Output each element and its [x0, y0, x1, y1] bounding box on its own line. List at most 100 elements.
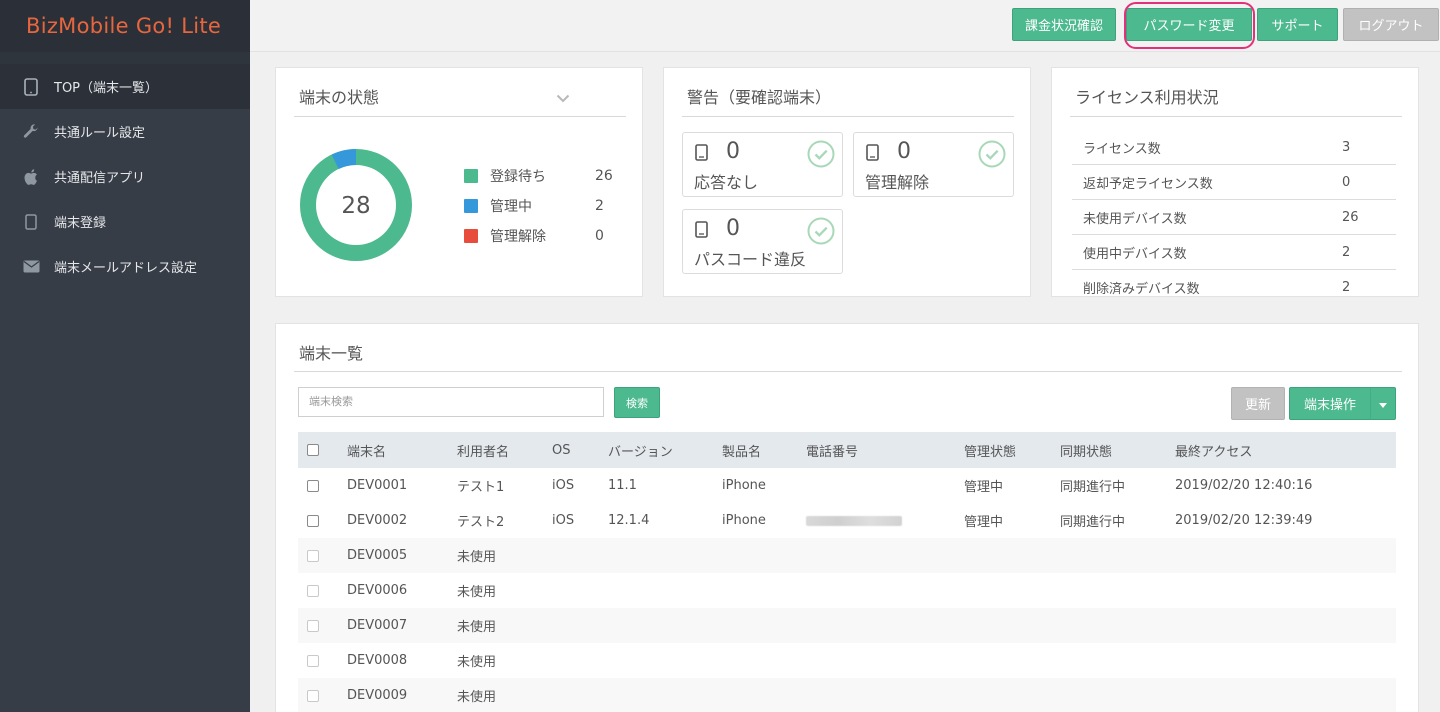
device-operation-button[interactable]: 端末操作: [1289, 387, 1371, 420]
device-name[interactable]: DEV0005: [347, 538, 407, 573]
sync-status: 同期進行中: [1060, 515, 1126, 530]
table-row[interactable]: DEV0001 テスト1 iOS 11.1 iPhone 管理中 同期進行中 2…: [298, 468, 1396, 503]
user-name: テスト2: [457, 515, 505, 530]
refresh-button[interactable]: 更新: [1231, 387, 1285, 420]
row-checkbox[interactable]: [307, 573, 319, 608]
divider: [294, 116, 626, 117]
license-label: 返却予定ライセンス数: [1083, 176, 1213, 192]
check-circle-icon: [807, 140, 835, 172]
device-name[interactable]: DEV0008: [347, 643, 407, 678]
warning-label: 応答なし: [694, 173, 759, 192]
license-label: 未使用デバイス数: [1083, 211, 1187, 227]
check-circle-icon: [807, 217, 835, 249]
column-header[interactable]: 電話番号: [806, 432, 858, 468]
divider: [1070, 116, 1402, 117]
legend-label: 管理解除: [490, 229, 546, 245]
license-row: 未使用デバイス数 26: [1072, 200, 1396, 235]
row-checkbox[interactable]: [307, 678, 319, 712]
version: 11.1: [608, 478, 637, 493]
table-header: 端末名 利用者名 OS バージョン 製品名 電話番号 管理状態 同期状態 最終ア…: [298, 432, 1396, 468]
billing-status-button[interactable]: 課金状況確認: [1012, 8, 1116, 41]
sidebar-item-top[interactable]: TOP（端末一覧）: [0, 64, 250, 109]
column-header[interactable]: 最終アクセス: [1175, 432, 1252, 468]
support-button[interactable]: サポート: [1257, 8, 1338, 41]
phone-number-redacted: [806, 503, 902, 538]
search-button[interactable]: 検索: [614, 387, 660, 418]
sidebar-item-device-register[interactable]: 端末登録: [0, 199, 250, 244]
table-row[interactable]: DEV0008 未使用: [298, 643, 1396, 678]
user-name: 未使用: [457, 655, 497, 670]
license-row: 削除済みデバイス数 2: [1072, 270, 1396, 297]
sidebar-item-common-rules[interactable]: 共通ルール設定: [0, 109, 250, 154]
chevron-down-icon[interactable]: [556, 88, 570, 107]
warning-count: 0: [897, 139, 911, 164]
caret-down-icon: [1379, 397, 1387, 411]
user-name: 未使用: [457, 620, 497, 635]
license-label: ライセンス数: [1083, 141, 1161, 157]
panel-title: ライセンス利用状況: [1075, 88, 1219, 107]
check-circle-icon: [978, 140, 1006, 172]
legend-value: 2: [595, 198, 604, 214]
wrench-icon: [22, 123, 40, 141]
column-header[interactable]: OS: [552, 432, 570, 468]
warning-count: 0: [726, 216, 740, 241]
management-status: 管理中: [964, 480, 1004, 495]
row-checkbox[interactable]: [307, 538, 319, 573]
warning-card-unmanaged[interactable]: 0 管理解除: [853, 132, 1014, 197]
device-name[interactable]: DEV0009: [347, 678, 407, 712]
select-all-checkbox[interactable]: [307, 432, 319, 468]
license-label: 使用中デバイス数: [1083, 246, 1187, 262]
column-header[interactable]: 製品名: [722, 432, 761, 468]
table-row[interactable]: DEV0006 未使用: [298, 573, 1396, 608]
warning-card-no-response[interactable]: 0 応答なし: [682, 132, 843, 197]
license-label: 削除済みデバイス数: [1083, 281, 1200, 297]
license-row: 使用中デバイス数 2: [1072, 235, 1396, 270]
legend-label: 登録待ち: [490, 169, 546, 185]
column-header[interactable]: バージョン: [608, 432, 673, 468]
divider: [682, 116, 1014, 117]
row-checkbox[interactable]: [307, 608, 319, 643]
product: iPhone: [722, 513, 766, 528]
panel-title: 警告（要確認端末）: [687, 88, 832, 107]
legend-label: 管理中: [490, 199, 532, 215]
row-checkbox[interactable]: [307, 468, 319, 503]
device-search-input[interactable]: 端末検索: [298, 387, 604, 417]
column-header[interactable]: 利用者名: [457, 432, 509, 468]
user-name: テスト1: [457, 480, 505, 495]
license-value: 3: [1342, 139, 1351, 155]
device-name[interactable]: DEV0007: [347, 608, 407, 643]
license-row: 返却予定ライセンス数 0: [1072, 165, 1396, 200]
row-checkbox[interactable]: [307, 643, 319, 678]
apple-icon: [22, 168, 40, 186]
device-name[interactable]: DEV0006: [347, 573, 407, 608]
os: iOS: [552, 478, 575, 493]
user-name: 未使用: [457, 550, 497, 565]
row-checkbox[interactable]: [307, 503, 319, 538]
brand-logo[interactable]: BizMobile Go! Lite: [0, 0, 250, 52]
table-row[interactable]: DEV0007 未使用: [298, 608, 1396, 643]
legend-row-managed: 管理中 2: [464, 196, 604, 216]
column-header[interactable]: 同期状態: [1060, 432, 1112, 468]
column-header[interactable]: 端末名: [347, 432, 386, 468]
table-row[interactable]: DEV0005 未使用: [298, 538, 1396, 573]
table-row[interactable]: DEV0009 未使用: [298, 678, 1396, 712]
logout-button[interactable]: ログアウト: [1343, 8, 1439, 41]
license-value: 26: [1342, 209, 1359, 225]
warning-card-passcode[interactable]: 0 パスコード違反: [682, 209, 843, 274]
status-donut-chart: 28: [300, 149, 412, 261]
device-operation-dropdown[interactable]: [1370, 387, 1396, 420]
change-password-button[interactable]: パスワード変更: [1126, 8, 1252, 41]
warning-label: パスコード違反: [694, 250, 807, 269]
column-header[interactable]: 管理状態: [964, 432, 1016, 468]
sidebar-item-mail-settings[interactable]: 端末メールアドレス設定: [0, 244, 250, 289]
tablet-icon: [695, 221, 708, 242]
sidebar-item-common-apps[interactable]: 共通配信アプリ: [0, 154, 250, 199]
sidebar-item-label: 端末登録: [54, 216, 107, 231]
table-row[interactable]: DEV0002 テスト2 iOS 12.1.4 iPhone 管理中 同期進行中…: [298, 503, 1396, 538]
device-name[interactable]: DEV0001: [347, 468, 407, 503]
device-name[interactable]: DEV0002: [347, 503, 407, 538]
warning-count: 0: [726, 139, 740, 164]
license-row: ライセンス数 3: [1072, 130, 1396, 165]
legend-swatch: [464, 199, 478, 213]
tablet-icon: [22, 213, 40, 231]
